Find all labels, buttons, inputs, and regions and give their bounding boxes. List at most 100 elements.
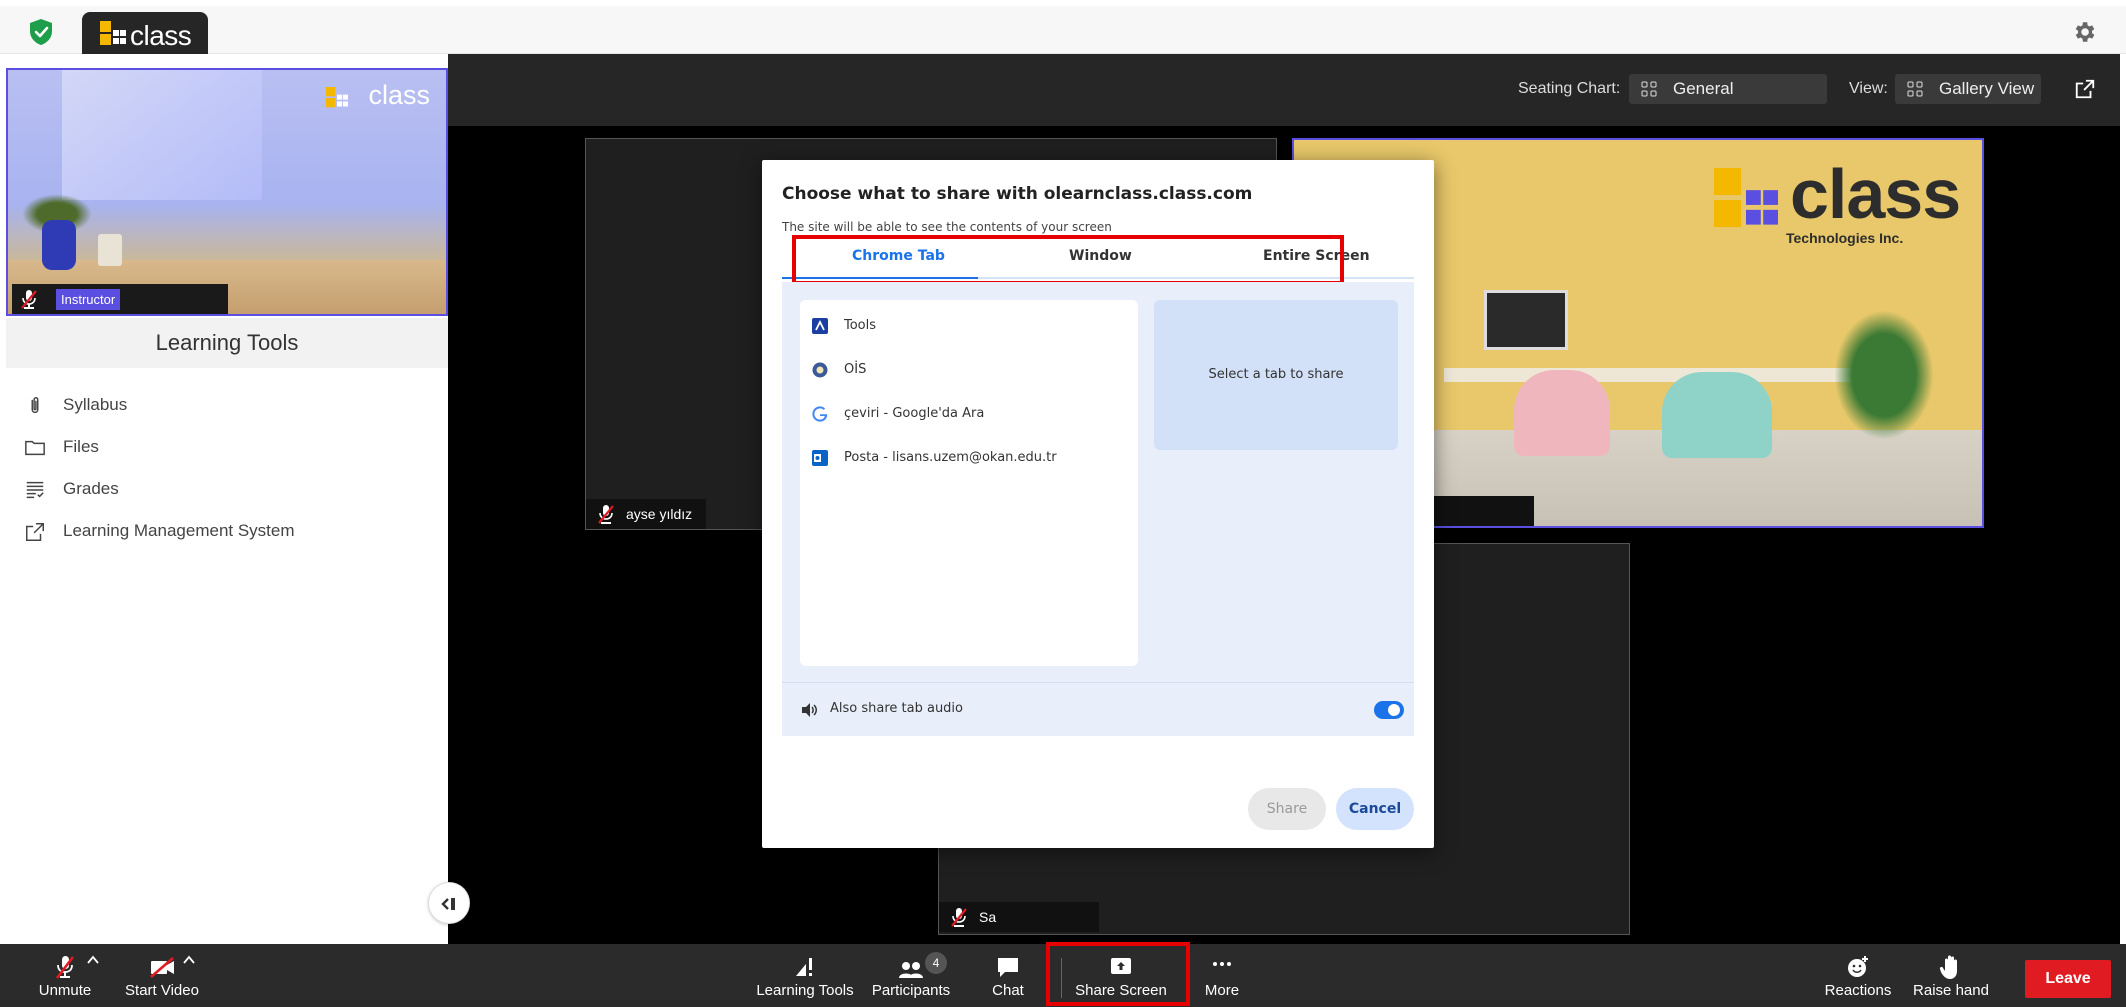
share-audio-label: Also share tab audio	[830, 701, 964, 716]
chrome-tab-list: Tools OİS çeviri - Google'da Ara Posta -…	[800, 300, 1138, 666]
start-video-label: Start Video	[125, 982, 199, 999]
room-logo-text: class	[1790, 155, 1961, 233]
outlook-favicon	[812, 450, 828, 466]
unmute-label: Unmute	[38, 982, 92, 999]
tab-item-label: OİS	[844, 362, 867, 377]
popout-icon[interactable]	[2074, 78, 2096, 100]
folder-icon	[25, 440, 45, 456]
reactions-icon	[1848, 956, 1868, 977]
mic-muted-icon	[951, 908, 967, 927]
list-item[interactable]: OİS	[800, 348, 1138, 392]
chat-icon	[998, 958, 1018, 977]
instructor-badge: Instructor	[56, 289, 121, 310]
participants-count-badge: 4	[925, 952, 947, 974]
dialog-subtitle: The site will be able to see the content…	[782, 220, 1112, 234]
participant-name: Sa	[979, 909, 997, 925]
room-class-logo-icon	[1714, 168, 1778, 228]
share-audio-toggle[interactable]	[1374, 701, 1404, 719]
learning-tool-label: Syllabus	[63, 395, 128, 414]
seating-chart-label: Seating Chart:	[1518, 80, 1621, 97]
grades-icon	[26, 481, 44, 499]
view-value: Gallery View	[1939, 79, 2035, 98]
view-select[interactable]: Gallery View	[1895, 74, 2041, 104]
stage-header: Seating Chart: General View: Gallery Vie…	[448, 54, 2120, 126]
mic-muted-icon	[21, 290, 37, 309]
learning-tool-files[interactable]: Files	[6, 426, 448, 468]
chat-label: Chat	[992, 982, 1024, 999]
raise-hand-icon	[1939, 955, 1957, 979]
grid-icon	[1907, 81, 1923, 97]
top-bar: class	[0, 6, 2126, 60]
tab-item-label: Tools	[844, 318, 877, 333]
learning-tools-title: Learning Tools	[6, 318, 448, 368]
tab-preview-area: Select a tab to share	[1154, 300, 1398, 450]
room-logo-subtitle: Technologies Inc.	[1786, 230, 1904, 246]
dialog-title: Choose what to share with olearnclass.cl…	[782, 184, 1253, 204]
ois-favicon	[812, 362, 828, 378]
more-label: More	[1204, 982, 1240, 999]
raise-hand-button[interactable]: Raise hand	[1906, 944, 1996, 1007]
app-root: class class Instructor Learning Tools Sy…	[0, 0, 2126, 1007]
video-off-icon	[150, 957, 174, 978]
raise-hand-label: Raise hand	[1913, 982, 1989, 999]
chat-button[interactable]: Chat	[980, 944, 1036, 1007]
chevron-left-icon	[441, 898, 455, 910]
grid-icon	[1641, 81, 1657, 97]
more-button[interactable]: More	[1196, 944, 1248, 1007]
room-monitor	[1484, 290, 1568, 350]
collapse-panel-button[interactable]	[428, 882, 470, 924]
room-teal-chair	[1662, 372, 1772, 458]
share-screen-highlight-box	[1046, 942, 1190, 1006]
room-plant	[1834, 310, 1934, 440]
learning-tools-label: Learning Tools	[756, 982, 854, 999]
participant-name-tag: Sa	[939, 902, 1099, 932]
instructor-name-tag: Instructor	[12, 284, 228, 314]
view-label: View:	[1849, 80, 1888, 97]
paperclip-icon	[31, 397, 39, 414]
tabs-highlight-box	[792, 235, 1344, 285]
video-pencil-cup	[98, 234, 122, 266]
video-class-logo-icon	[326, 87, 348, 108]
share-audio-row: Also share tab audio	[782, 682, 1414, 736]
participant-name-tag: ayse yıldız	[586, 499, 706, 529]
learning-tools-icon	[796, 958, 812, 976]
video-logo-text: class	[368, 80, 430, 110]
list-item[interactable]: Tools	[800, 304, 1138, 348]
share-panel: Tools OİS çeviri - Google'da Ara Posta -…	[782, 282, 1414, 736]
list-item[interactable]: Posta - lisans.uzem@okan.edu.tr	[800, 436, 1138, 480]
seating-chart-select[interactable]: General	[1629, 74, 1827, 104]
mic-muted-icon	[598, 505, 614, 524]
learning-tool-label: Files	[63, 437, 99, 456]
learning-tool-lms[interactable]: Learning Management System	[6, 510, 448, 552]
cancel-button[interactable]: Cancel	[1336, 788, 1414, 830]
google-favicon	[812, 406, 828, 422]
learning-tool-label: Learning Management System	[63, 521, 295, 540]
learning-tools-panel: class Instructor Learning Tools Syllabus	[6, 54, 448, 944]
learning-tool-grades[interactable]: Grades	[6, 468, 448, 510]
learning-tool-syllabus[interactable]: Syllabus	[6, 384, 448, 426]
instructor-video[interactable]: class Instructor	[6, 68, 448, 316]
leave-button[interactable]: Leave	[2025, 960, 2111, 998]
share-button[interactable]: Share	[1248, 788, 1326, 830]
tools-favicon	[812, 318, 828, 334]
share-screen-dialog: Choose what to share with olearnclass.cl…	[762, 160, 1434, 848]
external-link-icon	[26, 523, 44, 541]
chevron-up-icon[interactable]	[182, 954, 196, 966]
class-logo-icon	[100, 21, 126, 45]
chevron-up-icon[interactable]	[86, 954, 100, 966]
shield-check-icon	[30, 19, 52, 45]
room-desk	[1444, 368, 1874, 382]
participant-name: ayse yıldız	[626, 506, 693, 522]
reactions-label: Reactions	[1824, 982, 1892, 999]
list-item[interactable]: çeviri - Google'da Ara	[800, 392, 1138, 436]
learning-tools-button[interactable]: Learning Tools	[754, 944, 856, 1007]
class-brand-tab[interactable]: class	[82, 12, 208, 60]
settings-gear-icon[interactable]	[2071, 19, 2097, 45]
brand-name: class	[130, 20, 192, 51]
participants-label: Participants	[871, 982, 951, 999]
learning-tool-label: Grades	[63, 479, 119, 498]
video-backdrop-panel	[62, 70, 262, 200]
reactions-button[interactable]: Reactions	[1818, 944, 1898, 1007]
room-pink-chair	[1514, 370, 1610, 456]
preview-placeholder: Select a tab to share	[1208, 367, 1344, 382]
